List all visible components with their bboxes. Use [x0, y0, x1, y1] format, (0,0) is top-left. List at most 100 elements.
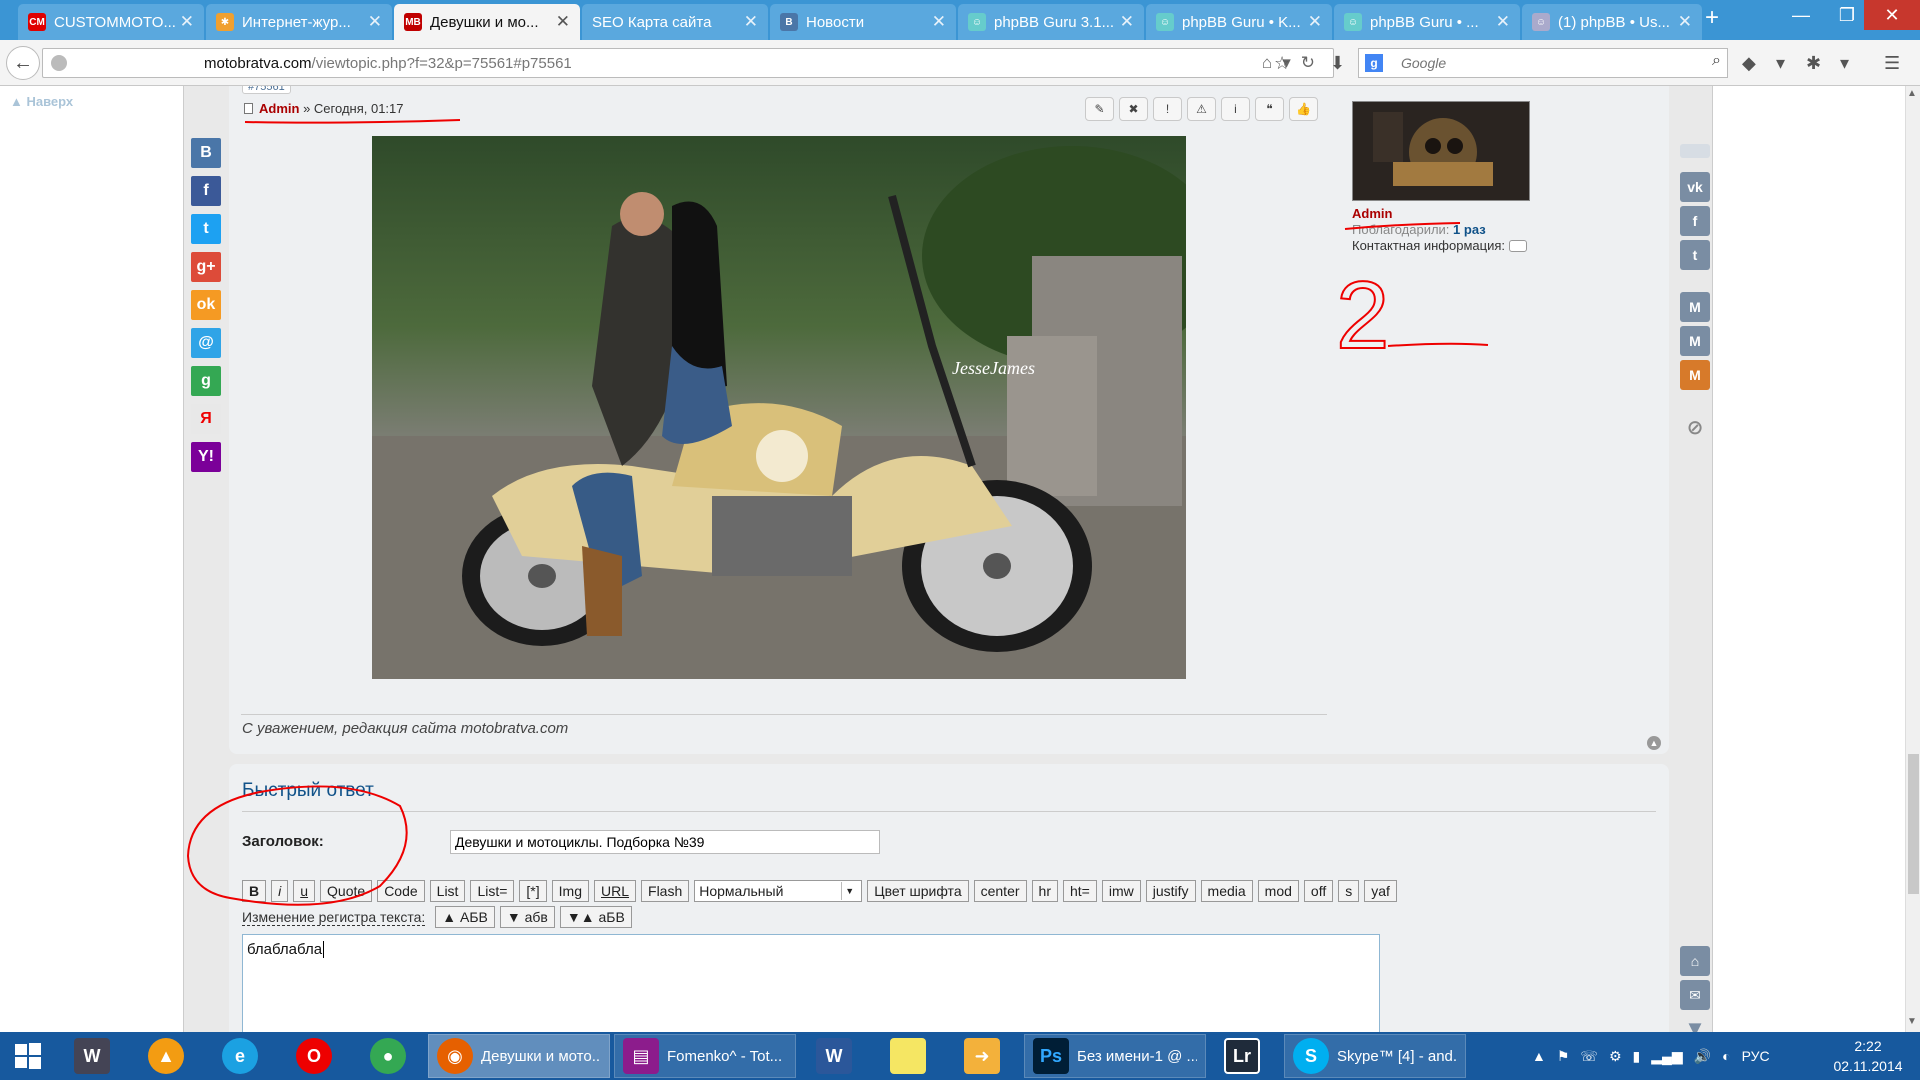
clock[interactable]: 2:22 02.11.2014 — [1822, 1036, 1914, 1076]
taskbar-task-totalcmd[interactable]: ▤ Fomenko^ - Tot... — [614, 1034, 796, 1078]
reload-icon[interactable]: ↻ — [1301, 53, 1325, 72]
message-textarea[interactable]: блаблабла — [242, 934, 1380, 1032]
taskbar-lightroom[interactable]: Lr — [1224, 1034, 1260, 1078]
twitter-icon[interactable]: t — [1680, 240, 1710, 270]
tab-close-icon[interactable]: ✕ — [368, 12, 382, 32]
font-size-select[interactable]: Нормальный ▼ — [694, 880, 863, 902]
taskbar-transfer[interactable]: ➜ — [964, 1034, 1000, 1078]
tab-custommoto[interactable]: CM CUSTOMMOTO... ✕ — [18, 4, 204, 40]
taskbar-sticky-notes[interactable] — [890, 1034, 926, 1078]
tab-phpbb-guru-3[interactable]: ☺ phpBB Guru • ... ✕ — [1334, 4, 1520, 40]
post-photo[interactable]: JesseJames — [372, 136, 1186, 679]
dropdown-icon[interactable]: ▾ — [1776, 53, 1785, 74]
yandex-icon[interactable]: Я — [191, 404, 221, 434]
mod-button[interactable]: mod — [1257, 880, 1299, 902]
page-scrollbar[interactable]: ▲ ▼ — [1905, 86, 1920, 1032]
tab-close-icon[interactable]: ✕ — [180, 12, 194, 32]
tab-close-icon[interactable]: ✕ — [744, 12, 758, 32]
list-icon[interactable] — [1680, 144, 1710, 158]
ordered-list-button[interactable]: List= — [470, 880, 515, 902]
viber-icon[interactable]: ☏ — [1580, 1048, 1598, 1065]
edit-icon[interactable]: ✎ — [1085, 97, 1114, 121]
home-icon[interactable]: ⌂ — [1680, 946, 1710, 976]
google-icon[interactable]: g — [191, 366, 221, 396]
warn-icon[interactable]: ⚠ — [1187, 97, 1216, 121]
tab-internet-journal[interactable]: ✱ Интернет-жур... ✕ — [206, 4, 392, 40]
odnoklassniki-icon[interactable]: ok — [191, 290, 221, 320]
twitter-icon[interactable]: t — [191, 214, 221, 244]
yahoo-icon[interactable]: Y! — [191, 442, 221, 472]
hr-button[interactable]: hr — [1031, 880, 1058, 902]
dropdown-icon[interactable]: ▾ — [1840, 53, 1849, 74]
addon-icon[interactable]: ◆ — [1742, 53, 1756, 74]
flash-button[interactable]: Flash — [641, 880, 690, 902]
hide-eye-icon[interactable]: ⊘ — [1680, 412, 1710, 442]
bold-button[interactable]: B — [242, 880, 267, 902]
justify-button[interactable]: justify — [1145, 880, 1196, 902]
scroll-down-icon[interactable]: ▼ — [1907, 1016, 1917, 1027]
imw-button[interactable]: imw — [1101, 880, 1141, 902]
google-icon[interactable]: g — [1365, 54, 1383, 72]
post-author-link[interactable]: Admin — [259, 101, 299, 116]
scroll-down-icon[interactable]: ▼ — [1680, 1014, 1710, 1032]
chat-icon[interactable]: ✉ — [1680, 980, 1710, 1010]
vk-icon[interactable]: vk — [1680, 172, 1710, 202]
new-tab-button[interactable]: + — [1705, 4, 1719, 32]
signal-icon[interactable]: ▂▄▆ — [1651, 1048, 1682, 1065]
start-button[interactable] — [0, 1034, 56, 1078]
report-icon[interactable]: ! — [1153, 97, 1182, 121]
search-icon[interactable]: ⌕ — [1712, 52, 1721, 70]
battery-icon[interactable]: ▮ — [1633, 1048, 1641, 1065]
taskbar-chrome[interactable]: ● — [370, 1034, 406, 1078]
mb-icon[interactable]: M — [1680, 360, 1710, 390]
scroll-up-icon[interactable]: ▲ — [1907, 88, 1917, 99]
tray-expand-icon[interactable]: ▲ — [1532, 1048, 1546, 1064]
subject-input[interactable] — [450, 830, 880, 854]
tab-close-icon[interactable]: ✕ — [932, 12, 946, 32]
delete-icon[interactable]: ✖ — [1119, 97, 1148, 121]
vk-icon[interactable]: B — [191, 138, 221, 168]
ht-button[interactable]: ht= — [1062, 880, 1097, 902]
taskbar-ie[interactable]: e — [222, 1034, 258, 1078]
tab-phpbb-users[interactable]: ☺ (1) phpBB • Us... ✕ — [1522, 4, 1702, 40]
taskbar-wot[interactable]: W — [74, 1034, 110, 1078]
flag-icon[interactable]: ⚑ — [1557, 1048, 1570, 1065]
tab-phpbb-guru-1[interactable]: ☺ phpBB Guru 3.1... ✕ — [958, 4, 1144, 40]
bookmark-star-icon[interactable]: ☆ — [1274, 53, 1290, 74]
google-plus-icon[interactable]: g+ — [191, 252, 221, 282]
thumbs-up-icon[interactable]: 👍 — [1289, 97, 1318, 121]
facebook-icon[interactable]: f — [1680, 206, 1710, 236]
tab-news[interactable]: B Новости ✕ — [770, 4, 956, 40]
code-button[interactable]: Code — [377, 880, 425, 902]
mailru-icon[interactable]: @ — [191, 328, 221, 358]
post-icon[interactable] — [244, 103, 253, 114]
scroll-thumb[interactable] — [1908, 754, 1919, 894]
strike-button[interactable]: s — [1338, 880, 1360, 902]
media-button[interactable]: media — [1200, 880, 1253, 902]
tab-close-icon[interactable]: ✕ — [1308, 12, 1322, 32]
post-anchor-link[interactable]: #75561 — [242, 86, 291, 94]
language-indicator[interactable]: РУС — [1742, 1048, 1770, 1064]
taskbar-task-skype[interactable]: S Skype™ [4] - and... — [1284, 1034, 1466, 1078]
volume-icon[interactable]: 🔊 — [1694, 1048, 1711, 1065]
taskbar-word[interactable]: W — [816, 1034, 852, 1078]
profile-username[interactable]: Admin — [1352, 206, 1622, 221]
list-button[interactable]: List — [429, 880, 466, 902]
norton-icon[interactable]: ◐ — [1722, 1048, 1730, 1064]
taskbar-task-photoshop[interactable]: Ps Без имени-1 @ ... — [1024, 1034, 1206, 1078]
close-window-button[interactable]: ✕ — [1864, 0, 1920, 30]
tab-close-icon[interactable]: ✕ — [1496, 12, 1510, 32]
minimize-button[interactable]: — — [1778, 0, 1824, 30]
avatar[interactable] — [1352, 101, 1530, 201]
info-icon[interactable]: i — [1221, 97, 1250, 121]
thanks-count[interactable]: 1 раз — [1453, 222, 1486, 237]
center-button[interactable]: center — [973, 880, 1027, 902]
back-to-top-link[interactable]: ▲ Наверх — [10, 94, 73, 109]
scroll-top-icon[interactable]: ▲ — [1647, 736, 1661, 750]
uppercase-button[interactable]: ▲ АБВ — [435, 906, 495, 928]
list-item-button[interactable]: [*] — [519, 880, 547, 902]
invert-case-button[interactable]: ▼▲ аБВ — [559, 906, 632, 928]
download-icon[interactable]: ⬇ — [1330, 53, 1345, 74]
yaf-button[interactable]: yaf — [1364, 880, 1397, 902]
mx-icon[interactable]: M — [1680, 326, 1710, 356]
